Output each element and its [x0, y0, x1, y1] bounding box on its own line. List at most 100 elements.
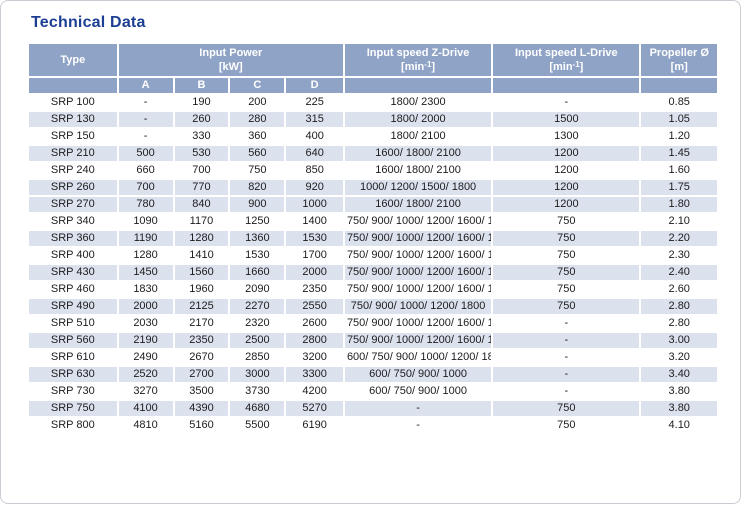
cell-power-a: 1450: [119, 265, 173, 280]
cell-power-b: 700: [175, 163, 229, 178]
cell-power-a: -: [119, 112, 173, 127]
cell-power-b: 2170: [175, 316, 229, 331]
cell-z-drive-speed: 600/ 750/ 900/ 1000: [345, 384, 491, 399]
cell-power-a: 4810: [119, 418, 173, 433]
table-header: Type Input Power [kW] Input speed Z-Driv…: [29, 44, 717, 93]
cell-propeller-diameter: 2.30: [641, 248, 717, 263]
cell-propeller-diameter: 2.10: [641, 214, 717, 229]
table-row: SRP 270 780 840 900 1000 1600/ 1800/ 210…: [29, 197, 717, 212]
cell-power-b: 530: [175, 146, 229, 161]
table-row: SRP 800 4810 5160 5500 6190 - 750 4.10: [29, 418, 717, 433]
table-row: SRP 210 500 530 560 640 1600/ 1800/ 2100…: [29, 146, 717, 161]
cell-type: SRP 730: [29, 384, 117, 399]
cell-power-d: 640: [286, 146, 343, 161]
cell-type: SRP 360: [29, 231, 117, 246]
cell-z-drive-speed: -: [345, 418, 491, 433]
cell-type: SRP 490: [29, 299, 117, 314]
cell-z-drive-speed: 1800/ 2300: [345, 95, 491, 110]
cell-type: SRP 430: [29, 265, 117, 280]
cell-power-c: 5500: [230, 418, 284, 433]
cell-power-a: 2490: [119, 350, 173, 365]
cell-type: SRP 130: [29, 112, 117, 127]
cell-power-d: 2000: [286, 265, 343, 280]
cell-l-drive-speed: 1200: [493, 197, 639, 212]
cell-power-a: 660: [119, 163, 173, 178]
cell-l-drive-speed: 1200: [493, 163, 639, 178]
page-title: Technical Data: [31, 14, 740, 32]
cell-type: SRP 240: [29, 163, 117, 178]
subheader-col-d: D: [286, 78, 343, 93]
cell-z-drive-speed: 750/ 900/ 1000/ 1200/ 1600/ 1800: [345, 316, 491, 331]
table-row: SRP 400 1280 1410 1530 1700 750/ 900/ 10…: [29, 248, 717, 263]
cell-power-c: 750: [230, 163, 284, 178]
table-row: SRP 100 - 190 200 225 1800/ 2300 - 0.85: [29, 95, 717, 110]
cell-z-drive-speed: 750/ 900/ 1000/ 1200/ 1600/ 1800: [345, 282, 491, 297]
cell-z-drive-speed: -: [345, 401, 491, 416]
table-body: SRP 100 - 190 200 225 1800/ 2300 - 0.85 …: [29, 95, 717, 433]
cell-power-c: 2320: [230, 316, 284, 331]
cell-type: SRP 270: [29, 197, 117, 212]
subheader-l-spacer: [493, 78, 639, 93]
header-row-main: Type Input Power [kW] Input speed Z-Driv…: [29, 44, 717, 76]
cell-power-c: 200: [230, 95, 284, 110]
cell-power-c: 1250: [230, 214, 284, 229]
cell-power-a: 1280: [119, 248, 173, 263]
cell-power-b: 190: [175, 95, 229, 110]
table-row: SRP 730 3270 3500 3730 4200 600/ 750/ 90…: [29, 384, 717, 399]
cell-type: SRP 400: [29, 248, 117, 263]
cell-power-a: -: [119, 95, 173, 110]
cell-type: SRP 800: [29, 418, 117, 433]
subheader-col-b: B: [175, 78, 229, 93]
cell-type: SRP 630: [29, 367, 117, 382]
cell-power-c: 3000: [230, 367, 284, 382]
cell-power-b: 1960: [175, 282, 229, 297]
table-row: SRP 610 2490 2670 2850 3200 600/ 750/ 90…: [29, 350, 717, 365]
subheader-col-c: C: [230, 78, 284, 93]
col-header-propeller: Propeller Ø [m]: [641, 44, 717, 76]
cell-z-drive-speed: 750/ 900/ 1000/ 1200/ 1600/ 1800: [345, 333, 491, 348]
cell-power-b: 5160: [175, 418, 229, 433]
cell-power-c: 2850: [230, 350, 284, 365]
cell-propeller-diameter: 1.80: [641, 197, 717, 212]
cell-z-drive-speed: 1800/ 2100: [345, 129, 491, 144]
cell-power-d: 6190: [286, 418, 343, 433]
cell-l-drive-speed: 750: [493, 418, 639, 433]
table-row: SRP 260 700 770 820 920 1000/ 1200/ 1500…: [29, 180, 717, 195]
cell-power-c: 2500: [230, 333, 284, 348]
cell-power-c: 900: [230, 197, 284, 212]
cell-type: SRP 560: [29, 333, 117, 348]
cell-z-drive-speed: 750/ 900/ 1000/ 1200/ 1600/ 1800: [345, 248, 491, 263]
cell-l-drive-speed: -: [493, 95, 639, 110]
subheader-col-a: A: [119, 78, 173, 93]
cell-z-drive-speed: 1600/ 1800/ 2100: [345, 197, 491, 212]
cell-power-b: 260: [175, 112, 229, 127]
cell-l-drive-speed: 1300: [493, 129, 639, 144]
cell-l-drive-speed: -: [493, 367, 639, 382]
cell-propeller-diameter: 2.80: [641, 316, 717, 331]
cell-type: SRP 510: [29, 316, 117, 331]
subheader-z-spacer: [345, 78, 491, 93]
cell-power-c: 280: [230, 112, 284, 127]
cell-type: SRP 340: [29, 214, 117, 229]
table-row: SRP 750 4100 4390 4680 5270 - 750 3.80: [29, 401, 717, 416]
col-header-input-power: Input Power [kW]: [119, 44, 343, 76]
cell-power-d: 1700: [286, 248, 343, 263]
cell-l-drive-speed: -: [493, 333, 639, 348]
cell-power-b: 330: [175, 129, 229, 144]
cell-z-drive-speed: 1800/ 2000: [345, 112, 491, 127]
cell-power-b: 2350: [175, 333, 229, 348]
cell-z-drive-speed: 750/ 900/ 1000/ 1200/ 1600/ 1800: [345, 214, 491, 229]
table-row: SRP 340 1090 1170 1250 1400 750/ 900/ 10…: [29, 214, 717, 229]
table-row: SRP 150 - 330 360 400 1800/ 2100 1300 1.…: [29, 129, 717, 144]
cell-type: SRP 460: [29, 282, 117, 297]
cell-power-a: 2190: [119, 333, 173, 348]
cell-power-b: 1410: [175, 248, 229, 263]
cell-power-d: 1530: [286, 231, 343, 246]
cell-power-b: 2670: [175, 350, 229, 365]
cell-z-drive-speed: 600/ 750/ 900/ 1000/ 1200/ 1800: [345, 350, 491, 365]
cell-power-c: 2270: [230, 299, 284, 314]
cell-propeller-diameter: 1.60: [641, 163, 717, 178]
cell-power-a: 1190: [119, 231, 173, 246]
cell-power-a: 4100: [119, 401, 173, 416]
cell-power-c: 3730: [230, 384, 284, 399]
